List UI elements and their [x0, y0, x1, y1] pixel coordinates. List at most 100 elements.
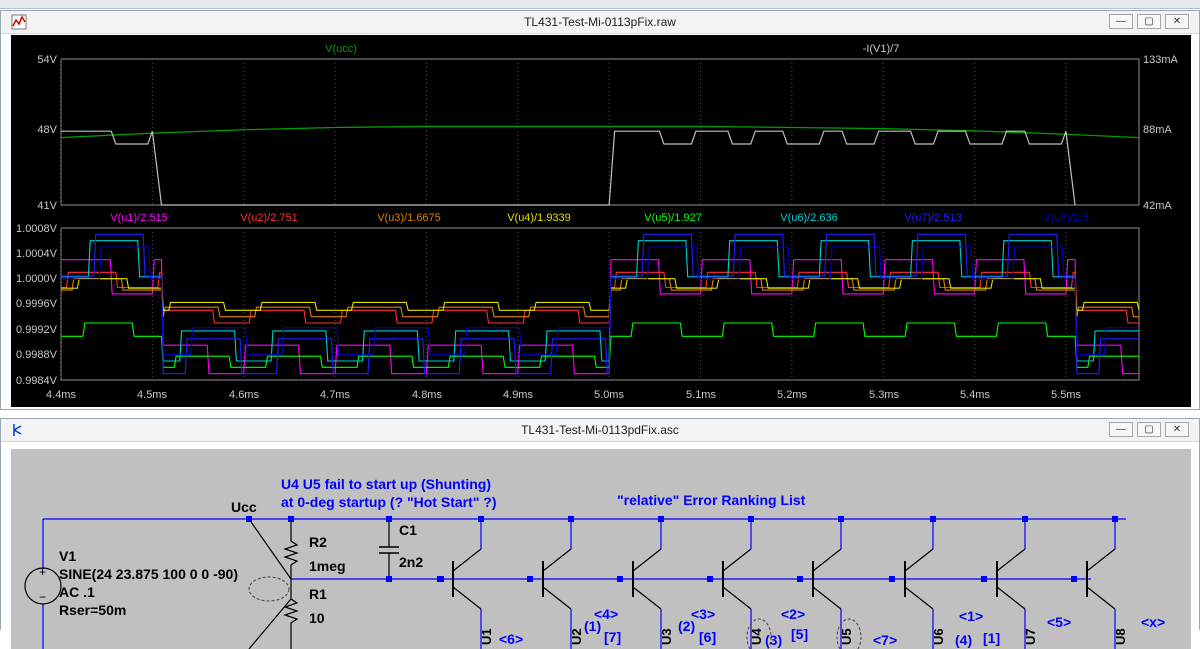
r1-wiper — [248, 598, 292, 649]
transistor-collector-u7 — [996, 548, 1026, 572]
trace-label-u6[interactable]: V(u6)/2.636 — [780, 212, 837, 224]
transistor-label-u4: U4 — [749, 628, 764, 645]
transistor-emitter-u1 — [452, 586, 482, 610]
rank-mark-9: <2> — [781, 606, 805, 622]
c1-value[interactable]: 2n2 — [399, 554, 423, 570]
junction-mid-1 — [438, 576, 444, 582]
rank-mark-3: <4> — [594, 606, 618, 622]
trace-label-vucc[interactable]: V(ucc) — [325, 43, 357, 55]
waveform-plot[interactable]: V(ucc) -I(V1)/7 54V 48V 41V 133mA 88mA 4… — [11, 35, 1191, 407]
junction-base-u5 — [797, 576, 803, 582]
trace-vu22751 — [61, 271, 1139, 324]
ucc-net-label[interactable]: Ucc — [231, 499, 257, 515]
junction-base-u3 — [617, 576, 623, 582]
transistor-collector-u4 — [722, 548, 752, 572]
trace-vu419339 — [61, 278, 1140, 311]
v1-ac-value[interactable]: AC .1 — [59, 584, 95, 600]
junction-base-u4 — [707, 576, 713, 582]
junction-u3 — [658, 516, 664, 522]
trace-label-u7[interactable]: V(u7)/2.513 — [904, 212, 961, 224]
schematic-window: TL431-Test-Mi-0113pdFix.asc — ▢ ✕ U4 U5 … — [0, 418, 1200, 649]
transistor-label-u8: U8 — [1113, 628, 1128, 645]
transistor-collector-u8 — [1086, 548, 1116, 572]
transistor-label-u1: U1 — [479, 628, 494, 645]
rank-mark-7: (3) — [765, 632, 782, 648]
r2-value[interactable]: 1meg — [309, 558, 346, 574]
schematic-minimize-button[interactable]: — — [1109, 422, 1133, 437]
upper-left-tick-41: 41V — [37, 200, 57, 212]
maximize-button[interactable]: ▢ — [1137, 14, 1161, 29]
schematic-titlebar[interactable]: TL431-Test-Mi-0113pdFix.asc — ▢ ✕ — [1, 419, 1199, 442]
transistor-emitter-u5 — [812, 586, 842, 610]
v1-sine-value[interactable]: SINE(24 23.875 100 0 0 -90) — [59, 566, 238, 582]
r1-value[interactable]: 10 — [309, 610, 325, 626]
junction-u2 — [568, 516, 574, 522]
schematic-close-button[interactable]: ✕ — [1165, 422, 1189, 437]
trace-label-u8[interactable]: V(u8)/2.5 — [1043, 212, 1088, 224]
junction-top-1 — [386, 516, 392, 522]
lower-tick-4: 0.9996V — [16, 298, 58, 310]
rank-mark-8: [5] — [791, 626, 808, 642]
trace-vu316675 — [61, 278, 1139, 318]
transistor-collector-u2 — [542, 548, 572, 572]
waveform-window: TL431-Test-Mi-0113pFix.raw — ▢ ✕ V(ucc) … — [0, 10, 1200, 410]
r2-symbol[interactable] — [283, 519, 299, 579]
c1-label[interactable]: C1 — [399, 522, 417, 538]
x-tick-5.1: 5.1ms — [686, 389, 716, 401]
rank-mark-6: <3> — [691, 606, 715, 622]
junction-base-u6 — [889, 576, 895, 582]
plot-area[interactable]: V(ucc) -I(V1)/7 54V 48V 41V 133mA 88mA 4… — [11, 35, 1191, 407]
ranking-marks: <6>(1)[7]<4>(2)[6]<3>(3) [5]<2><7> (4)<1>[… — [499, 606, 1165, 649]
transistor-label-u7: U7 — [1023, 628, 1038, 645]
r1-label[interactable]: R1 — [309, 586, 327, 602]
trace-iv1 — [61, 130, 1076, 206]
junction-base-u7 — [981, 576, 987, 582]
junction-base-u2 — [527, 576, 533, 582]
x-tick-4.5: 4.5ms — [137, 389, 167, 401]
trace-label-u1[interactable]: V(u1)/2.515 — [110, 212, 167, 224]
junction-top-2 — [246, 516, 252, 522]
trace-label-u3[interactable]: V(u3)/1.6675 — [377, 212, 441, 224]
trace-label-u5[interactable]: V(u5)/1.927 — [644, 212, 701, 224]
lower-tick-2: 1.0004V — [16, 248, 58, 260]
note-hot-start[interactable]: at 0-deg startup (? "Hot Start" ?) — [281, 494, 497, 510]
minimize-button[interactable]: — — [1109, 14, 1133, 29]
transistor-collector-u5 — [812, 548, 842, 572]
rank-mark-10: <7> — [873, 632, 897, 648]
junction-u4 — [748, 516, 754, 522]
transistor-emitter-u6 — [904, 586, 934, 610]
transistor-emitter-u7 — [996, 586, 1026, 610]
upper-traces — [60, 125, 1140, 206]
waveform-window-title: TL431-Test-Mi-0113pFix.raw — [524, 15, 676, 29]
close-button[interactable]: ✕ — [1165, 14, 1189, 29]
v1-plus-sign: + — [39, 565, 46, 579]
trace-label-iv1[interactable]: -I(V1)/7 — [863, 43, 900, 55]
upper-right-tick-88: 88mA — [1143, 124, 1172, 136]
schematic-canvas[interactable]: U4 U5 fail to start up (Shunting) at 0-d… — [11, 449, 1191, 649]
schematic-maximize-button[interactable]: ▢ — [1137, 422, 1161, 437]
taskbar-strip — [0, 0, 1200, 9]
trace-label-u4[interactable]: V(u4)/1.9339 — [507, 212, 571, 224]
r1-symbol[interactable] — [283, 579, 299, 649]
upper-left-tick-54: 54V — [37, 54, 57, 66]
v1-label[interactable]: V1 — [59, 548, 76, 564]
junction-u1 — [478, 516, 484, 522]
lower-tick-3: 1.0000V — [16, 273, 58, 285]
schematic-drawing[interactable]: U4 U5 fail to start up (Shunting) at 0-d… — [11, 449, 1191, 649]
note-error-ranking[interactable]: "relative" Error Ranking List — [617, 492, 806, 508]
note-fail-start[interactable]: U4 U5 fail to start up (Shunting) — [281, 476, 491, 492]
r2-label[interactable]: R2 — [309, 534, 327, 550]
rank-mark-5: [6] — [699, 629, 716, 645]
rank-mark-14: <5> — [1047, 614, 1071, 630]
rank-mark-12: <1> — [959, 608, 983, 624]
v1-rser-value[interactable]: Rser=50m — [59, 602, 126, 618]
upper-pane-frame — [60, 58, 1140, 206]
lower-tick-7: 0.9984V — [16, 375, 58, 387]
transistor-collector-u3 — [632, 548, 662, 572]
waveform-titlebar[interactable]: TL431-Test-Mi-0113pFix.raw — ▢ ✕ — [1, 11, 1199, 34]
trace-label-u2[interactable]: V(u2)/2.751 — [240, 212, 297, 224]
x-tick-5.4: 5.4ms — [960, 389, 990, 401]
x-tick-5.0: 5.0ms — [594, 389, 624, 401]
junction-u7 — [1022, 516, 1028, 522]
lower-tick-5: 0.9992V — [16, 324, 58, 336]
